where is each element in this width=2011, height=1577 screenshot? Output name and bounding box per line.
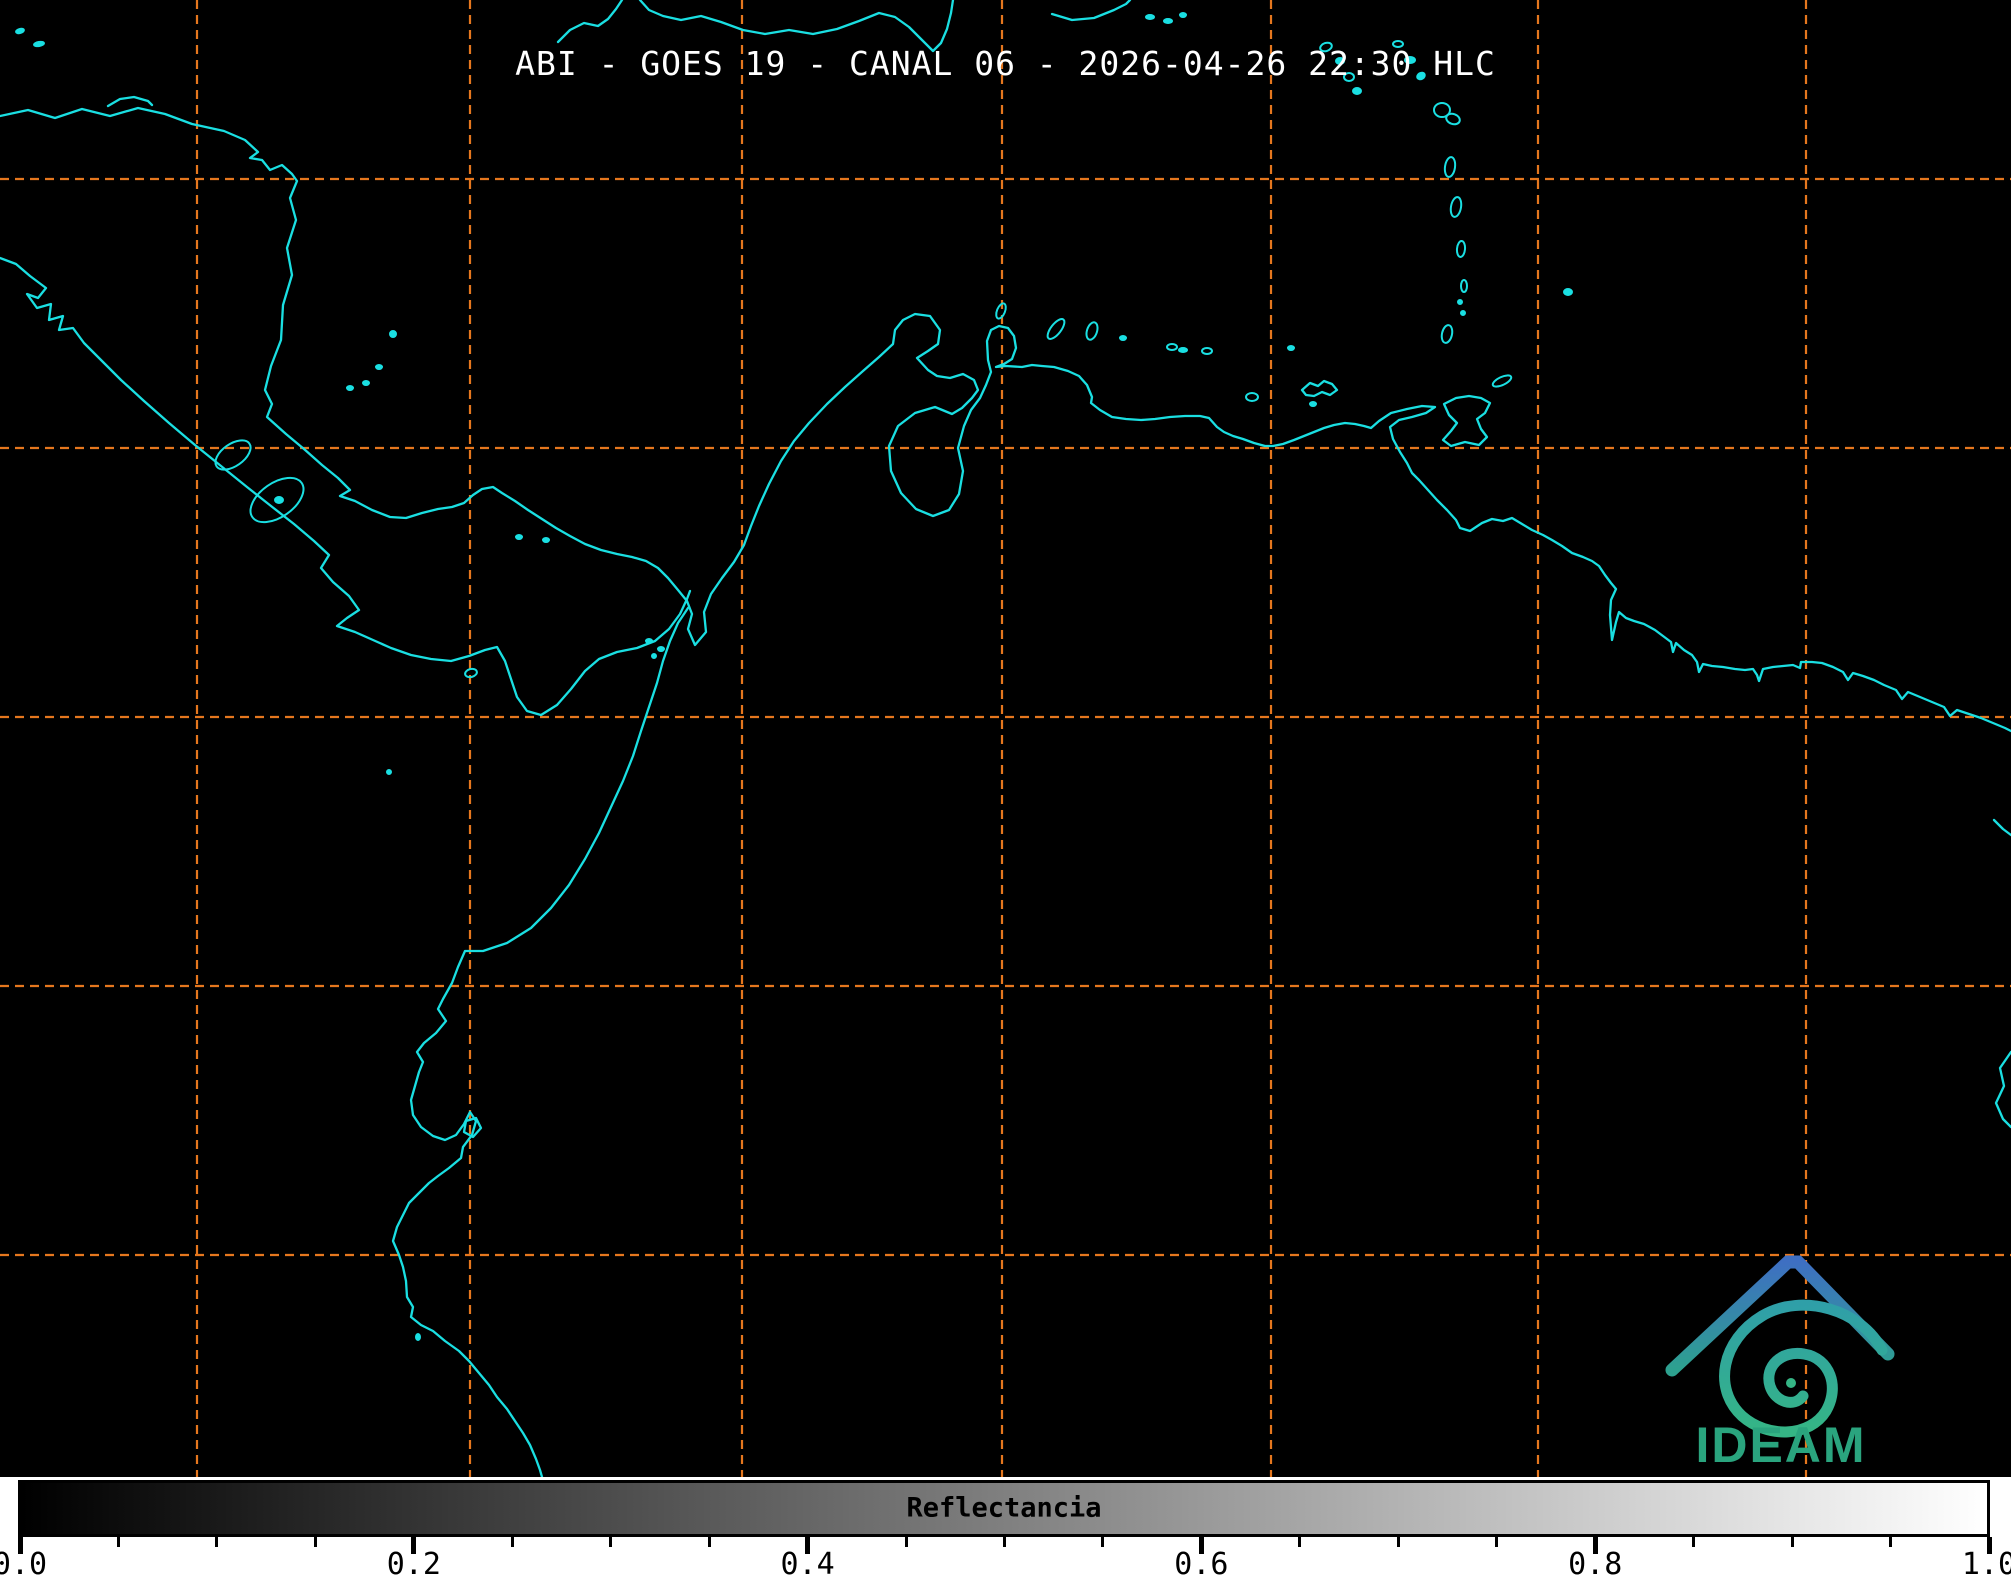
- logo-swirl-eye: [1786, 1378, 1796, 1388]
- panama-islet-1: [515, 534, 523, 540]
- colorbar-tick-label: 0.6: [1174, 1547, 1229, 1577]
- aruba-island: [995, 302, 1007, 320]
- ideam-logo-graphic: [1665, 1255, 1895, 1438]
- la-orchila-islet: [1201, 347, 1213, 355]
- amapa-right-edge-fragment: [1994, 1050, 2011, 1129]
- ometepe-islet: [274, 496, 284, 504]
- dominica-island: [1443, 156, 1457, 178]
- colorbar-tick-label: 0.2: [386, 1547, 441, 1577]
- colorbar-minor-tick: [215, 1537, 219, 1547]
- offshore-islet-east: [1287, 345, 1295, 351]
- providencia-islet: [389, 330, 397, 338]
- colorbar: Reflectancia: [18, 1480, 1990, 1537]
- leeward-islet-4: [1352, 87, 1362, 95]
- la-tortuga-island: [1245, 392, 1259, 402]
- curacao-island: [1046, 318, 1066, 340]
- guyana-right-edge-fragment: [1992, 818, 2011, 837]
- lake-managua: [214, 439, 252, 471]
- st-lucia-island: [1455, 240, 1467, 258]
- colorbar-title: Reflectancia: [906, 1491, 1102, 1523]
- south-america-pacific-coast: [391, 606, 690, 1477]
- margarita-island: [1300, 379, 1339, 398]
- colorbar-tick-label: 1.0: [1961, 1547, 2011, 1577]
- colorbar-minor-tick: [1495, 1537, 1499, 1547]
- colorbar-tick-label: 0.8: [1568, 1547, 1623, 1577]
- virgin-islet-3: [1179, 12, 1187, 18]
- colorbar-minor-tick: [1889, 1537, 1893, 1547]
- trinidad-outline: [1441, 394, 1492, 448]
- los-roques-islet-2: [1178, 347, 1188, 353]
- pearl-islet-2: [657, 646, 665, 652]
- colorbar-minor-tick: [707, 1537, 711, 1547]
- colorbar-minor-tick: [1790, 1537, 1794, 1547]
- colorbar-minor-tick: [1298, 1537, 1302, 1547]
- grenadines-islet-2: [1460, 310, 1466, 316]
- satellite-map-area: ABI - GOES 19 - CANAL 06 - 2026-04-26 22…: [0, 0, 2011, 1477]
- virgin-islet-2: [1163, 18, 1173, 24]
- colorbar-minor-tick: [609, 1537, 613, 1547]
- colorbar-minor-tick: [116, 1537, 120, 1547]
- image-title: ABI - GOES 19 - CANAL 06 - 2026-04-26 22…: [515, 44, 1496, 83]
- colorbar-minor-tick: [1692, 1537, 1696, 1547]
- colorbar-minor-tick: [1396, 1537, 1400, 1547]
- coche-islet: [1309, 401, 1317, 407]
- martinique-island: [1449, 196, 1463, 218]
- colorbar-minor-tick: [313, 1537, 317, 1547]
- guadeloupe-island-east: [1445, 112, 1461, 126]
- colorbar-minor-tick: [904, 1537, 908, 1547]
- jamaica-fragment: [106, 95, 154, 108]
- grenada-island: [1440, 324, 1454, 344]
- satellite-image-viewer: ABI - GOES 19 - CANAL 06 - 2026-04-26 22…: [0, 0, 2011, 1577]
- grenadines-islet-1: [1457, 299, 1463, 305]
- pearl-islet-3: [651, 653, 657, 659]
- peru-offshore-islet: [415, 1333, 421, 1341]
- corn-islet-2: [362, 380, 370, 386]
- barbados-island: [1563, 288, 1573, 296]
- caribbean-mainland-coast: [0, 106, 2011, 733]
- corn-islet-1: [346, 385, 354, 391]
- panama-islet-2: [542, 537, 550, 543]
- logo-swirl-icon: [1719, 1299, 1888, 1438]
- tobago-island: [1491, 374, 1513, 388]
- colorbar-minor-tick: [1101, 1537, 1105, 1547]
- ideam-logo-text: IDEAM: [1695, 1417, 1867, 1473]
- malpelo-islet: [386, 769, 392, 775]
- hispaniola-southwest-peninsula: [556, 0, 624, 44]
- colorbar-tick-label: 0.0: [0, 1547, 48, 1577]
- pearl-islet-1: [645, 638, 653, 644]
- cayman-islet-1: [15, 27, 25, 35]
- bonaire-island: [1085, 321, 1099, 341]
- st-vincent-island: [1460, 279, 1468, 293]
- colorbar-minor-tick: [1003, 1537, 1006, 1547]
- virgin-islet-1: [1145, 14, 1155, 20]
- san-andres-islet: [375, 364, 383, 370]
- las-aves-islet: [1119, 335, 1127, 341]
- ideam-logo: IDEAM: [1650, 1238, 1912, 1476]
- puerto-rico-south-coast: [1050, 0, 1132, 22]
- coiba-island: [464, 667, 478, 679]
- los-roques-islet-1: [1166, 343, 1178, 351]
- colorbar-tick-label: 0.4: [780, 1547, 835, 1577]
- colorbar-minor-tick: [510, 1537, 514, 1547]
